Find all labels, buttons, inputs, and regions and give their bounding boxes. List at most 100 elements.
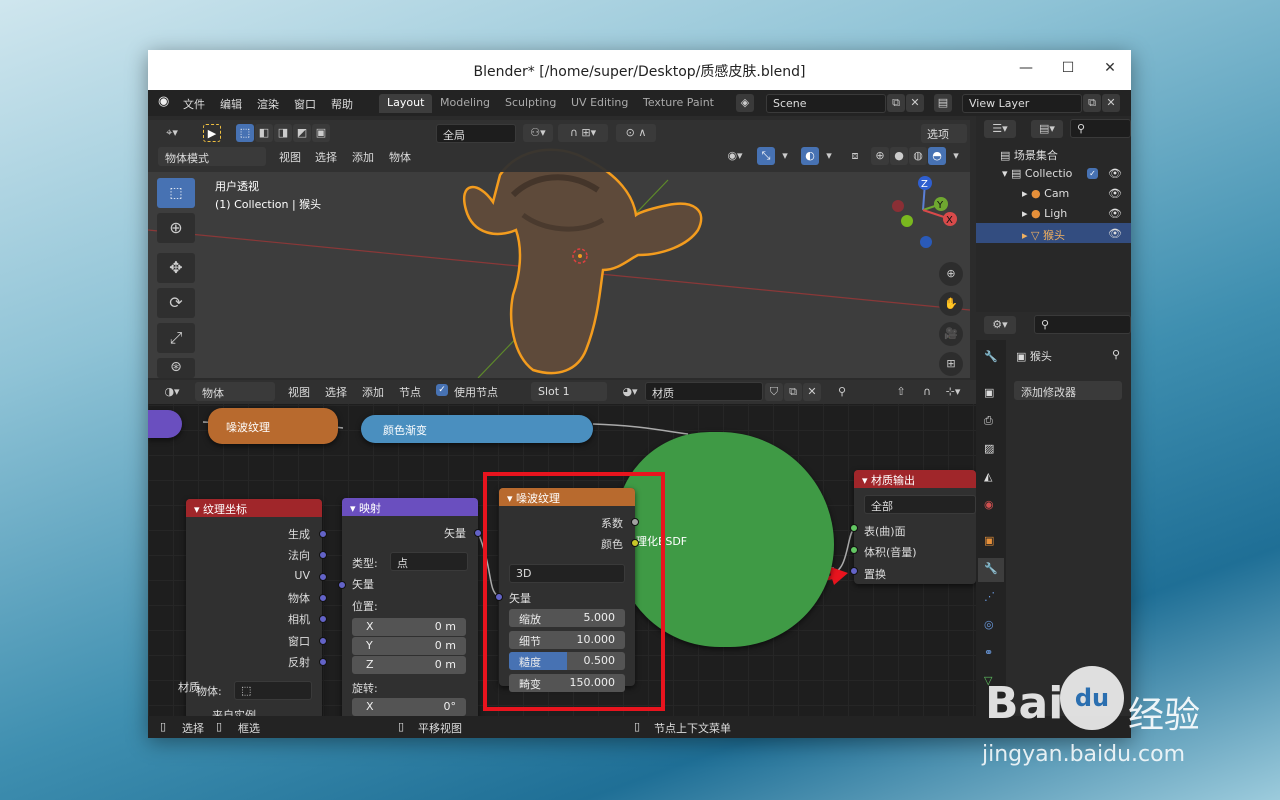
fake-user-icon[interactable]: ⛉	[765, 383, 783, 401]
tab-sculpting[interactable]: Sculpting	[497, 94, 564, 113]
minimize-button[interactable]: —	[1016, 60, 1036, 80]
shading-rendered-icon[interactable]: ◓	[928, 147, 946, 165]
socket-reflection[interactable]	[319, 658, 327, 666]
menu-edit[interactable]: 编辑	[220, 96, 242, 112]
pan-hand-icon[interactable]: ✋	[939, 292, 963, 316]
tab-layout[interactable]: Layout	[379, 94, 433, 113]
ortho-grid-icon[interactable]: ⊞	[939, 352, 963, 376]
menu-view[interactable]: 视图	[282, 382, 316, 401]
eye-icon[interactable]: 👁	[1108, 187, 1122, 200]
render-tab-icon[interactable]: ▣	[984, 386, 994, 399]
mapping-node[interactable]: ▾ 映射 矢量 类型: 点 矢量 位置: X0 m Y0 m Z0 m 旋转: …	[342, 498, 478, 716]
options-menu[interactable]: 选项	[921, 124, 967, 143]
scene-icon[interactable]: ◈	[736, 94, 754, 112]
texture-coordinate-node[interactable]: ▾ 纹理坐标 生成 法向 UV 物体 相机 窗口 反射 物体: ⬚ 来自实例	[186, 499, 322, 716]
mode-select[interactable]: 物体模式	[158, 147, 266, 166]
view-layer-field[interactable]: View Layer	[962, 94, 1082, 113]
socket-window[interactable]	[319, 637, 327, 645]
visibility-icon[interactable]: ◉▾	[720, 147, 750, 165]
overlay-toggle-icon[interactable]: ◐	[801, 147, 819, 165]
tab-modeling[interactable]: Modeling	[432, 94, 498, 113]
scene-field[interactable]: Scene	[766, 94, 886, 113]
tool-move-icon[interactable]: ✥	[157, 253, 195, 283]
socket-mapping-out[interactable]	[474, 529, 482, 537]
output-tab-icon[interactable]: ⎙	[984, 414, 993, 428]
shading-solid-icon[interactable]: ●	[890, 147, 908, 165]
zoom-icon[interactable]: ⊕	[939, 262, 963, 286]
light-row[interactable]: ▸ ● Ligh	[1022, 207, 1067, 220]
object-tab-icon[interactable]: ▣	[984, 534, 994, 547]
3d-viewport[interactable]: ⌖▾ ▶ ⬚ ◧ ◨ ◩ ▣ 全局 ⚇▾ ∩ ⊞▾ ⊙ ∧ 选项 物体模式 视图…	[148, 120, 970, 378]
material-name-field[interactable]: 材质	[645, 382, 763, 401]
navigation-gizmo[interactable]: Z Y X	[883, 175, 963, 260]
scene-tab-icon[interactable]: ◭	[984, 470, 992, 483]
shader-node-editor[interactable]: ◑▾ 物体 视图 选择 添加 节点 ✓ 使用节点 Slot 1 ◕▾ 材质 ⛉ …	[148, 380, 976, 716]
select-mode-new-icon[interactable]: ⬚	[236, 124, 254, 142]
physics-tab-icon[interactable]: ◎	[984, 618, 994, 631]
mapping-loc-z[interactable]: Z0 m	[352, 656, 466, 674]
properties-type-icon[interactable]: ⚙▾	[984, 316, 1016, 334]
tool-transform-icon[interactable]: ⊛	[157, 358, 195, 378]
pin-icon[interactable]: ⚲	[1112, 348, 1120, 361]
menu-add[interactable]: 添加	[346, 147, 380, 166]
outliner-search[interactable]: ⚲	[1070, 119, 1131, 138]
eye-icon[interactable]: 👁	[1108, 227, 1122, 240]
menu-select[interactable]: 选择	[309, 147, 343, 166]
color-ramp-node[interactable]: 颜色渐变	[361, 415, 593, 443]
shading-wireframe-icon[interactable]: ⊕	[871, 147, 889, 165]
tool-select-icon[interactable]: ⬚	[157, 178, 195, 208]
noise-texture-top-node[interactable]: 噪波纹理	[208, 408, 338, 444]
menu-render[interactable]: 渲染	[257, 96, 279, 112]
texcoord-object-field[interactable]: ⬚	[234, 681, 312, 700]
parent-node-icon[interactable]: ⇧	[892, 383, 910, 401]
maximize-button[interactable]: ☐	[1058, 60, 1078, 80]
menu-select[interactable]: 选择	[319, 382, 353, 401]
snap-element-icon[interactable]: ⊹▾	[940, 383, 966, 401]
socket-noise-vector[interactable]	[495, 593, 503, 601]
menu-file[interactable]: 文件	[183, 96, 205, 112]
particles-tab-icon[interactable]: ⋰	[984, 590, 995, 603]
socket-volume[interactable]	[850, 546, 858, 554]
tab-texture-paint[interactable]: Texture Paint	[635, 94, 722, 113]
overlay-dropdown-icon[interactable]: ▾	[820, 147, 838, 165]
close-button[interactable]: ✕	[1100, 60, 1120, 80]
collection-checkbox[interactable]: ✓	[1087, 168, 1098, 179]
tab-uv-editing[interactable]: UV Editing	[563, 94, 636, 113]
tool-rotate-icon[interactable]: ⟳	[157, 288, 195, 318]
slot-select[interactable]: Slot 1	[531, 382, 607, 401]
socket-uv[interactable]	[319, 573, 327, 581]
shader-type-select[interactable]: 物体	[195, 382, 275, 401]
copy-material-icon[interactable]: ⧉	[784, 383, 802, 401]
mapping-rot-x[interactable]: X 0°	[352, 698, 466, 716]
tool-tab-icon[interactable]: 🔧	[984, 350, 998, 363]
menu-node[interactable]: 节点	[393, 382, 427, 401]
use-nodes-checkbox[interactable]: ✓	[436, 384, 448, 396]
tool-scale-icon[interactable]: ⤢	[157, 323, 195, 353]
menu-help[interactable]: 帮助	[331, 96, 353, 112]
constraints-tab-icon[interactable]: ⚭	[984, 646, 993, 659]
properties-search[interactable]: ⚲	[1034, 315, 1131, 334]
select-mode-intersect-icon[interactable]: ▣	[312, 124, 330, 142]
shading-material-icon[interactable]: ◍	[909, 147, 927, 165]
pin-icon[interactable]: ⚲	[833, 383, 851, 401]
output-target-select[interactable]: 全部	[864, 495, 976, 514]
socket-displacement[interactable]	[850, 567, 858, 575]
socket-noise-fac[interactable]	[631, 518, 639, 526]
transform-orientation-select[interactable]: 全局	[436, 124, 516, 143]
snap-icon[interactable]: ∩ ⊞▾	[558, 124, 608, 142]
material-browse-icon[interactable]: ◕▾	[616, 383, 644, 401]
tool-cursor-icon[interactable]: ⊕	[157, 213, 195, 243]
socket-noise-color[interactable]	[631, 539, 639, 547]
snap-node-icon[interactable]: ∩	[918, 383, 936, 401]
view-layer-icon[interactable]: ▤	[934, 94, 952, 112]
mapping-type-select[interactable]: 点	[390, 552, 468, 571]
display-mode-icon[interactable]: ▤▾	[1031, 120, 1063, 138]
copy-view-layer-icon[interactable]: ⧉	[1083, 94, 1101, 112]
shading-dropdown-icon[interactable]: ▾	[947, 147, 965, 165]
mapping-loc-y[interactable]: Y0 m	[352, 637, 466, 655]
editor-type-icon[interactable]: ⌖▾	[158, 124, 186, 142]
remove-scene-icon[interactable]: ✕	[906, 94, 924, 112]
socket-surface[interactable]	[850, 524, 858, 532]
select-mode-extend-icon[interactable]: ◧	[255, 124, 273, 142]
remove-view-layer-icon[interactable]: ✕	[1102, 94, 1120, 112]
